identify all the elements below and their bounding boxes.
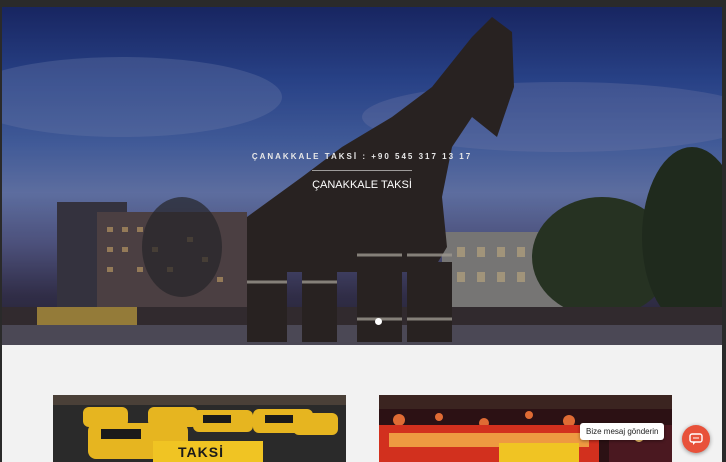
hero-title: ÇANAKKALE TAKSİ [312, 179, 412, 191]
chat-button[interactable] [682, 425, 710, 453]
hero-slider: ÇANAKKALE TAKSİ : +90 545 317 13 17 ÇANA… [2, 7, 722, 345]
hero-caption: ÇANAKKALE TAKSİ : +90 545 317 13 17 ÇANA… [2, 7, 722, 345]
chat-label[interactable]: Bize mesaj gönderin [580, 423, 665, 440]
page-frame: ÇANAKKALE TAKSİ : +90 545 317 13 17 ÇANA… [2, 7, 722, 462]
taxi-sign-text: TAKSİ [178, 444, 224, 460]
chat-icon [689, 433, 703, 445]
card-taxi-fleet[interactable]: TAKSİ [53, 395, 346, 462]
slider-dot[interactable] [375, 318, 382, 325]
hero-divider [312, 170, 412, 171]
hero-subtitle: ÇANAKKALE TAKSİ : +90 545 317 13 17 [251, 152, 473, 161]
